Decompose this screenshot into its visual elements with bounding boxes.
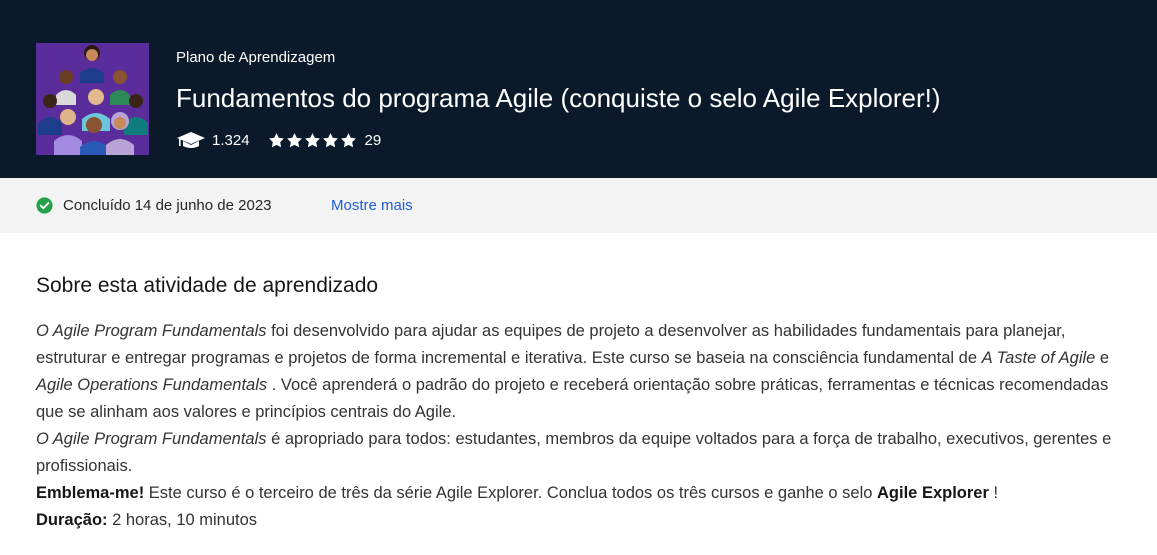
badge-text-end: ! (988, 484, 999, 502)
completion-status: Concluído 14 de junho de 2023 (63, 197, 272, 214)
badge-name: Agile Explorer (877, 484, 989, 502)
badge-text: Este curso é o terceiro de três da série… (144, 484, 878, 502)
people-group-illustration (36, 43, 149, 155)
rating-count: 29 (364, 131, 382, 149)
graduation-cap-icon (177, 132, 205, 148)
course-reference: A Taste of Agile (981, 349, 1096, 367)
show-more-link[interactable]: Mostre mais (331, 196, 413, 215)
learners-count: 1.324 (212, 131, 250, 149)
star-icon (322, 132, 338, 147)
course-thumbnail (36, 43, 149, 155)
content-type-label: Plano de Aprendizagem (176, 49, 336, 66)
course-description: O Agile Program Fundamentals foi desenvo… (36, 318, 1136, 534)
audience-paragraph: O Agile Program Fundamentals é apropriad… (36, 426, 1136, 480)
duration-value: 2 horas, 10 minutos (107, 511, 258, 529)
description-text: e (1095, 349, 1110, 367)
check-circle-icon (36, 197, 53, 214)
course-name: O Agile Program Fundamentals (36, 430, 267, 448)
description-paragraph: O Agile Program Fundamentals foi desenvo… (36, 318, 1136, 426)
page-title: Fundamentos do programa Agile (conquiste… (176, 83, 941, 113)
star-icon (304, 132, 320, 147)
badge-paragraph: Emblema-me! Este curso é o terceiro de t… (36, 480, 1136, 507)
badge-label: Emblema-me! (36, 484, 145, 502)
course-reference: Agile Operations Fundamentals (36, 376, 268, 394)
star-icon (286, 132, 302, 147)
course-name: O Agile Program Fundamentals (36, 322, 267, 340)
rating-stars (268, 132, 358, 149)
star-icon (340, 132, 356, 147)
duration-label: Duração: (36, 511, 108, 529)
star-icon (268, 132, 284, 147)
course-meta: 1.324 29 (176, 130, 381, 150)
duration-paragraph: Duração: 2 horas, 10 minutos (36, 507, 1136, 534)
about-heading: Sobre esta atividade de aprendizado (36, 274, 379, 297)
course-header: Plano de Aprendizagem Fundamentos do pro… (0, 0, 1157, 178)
